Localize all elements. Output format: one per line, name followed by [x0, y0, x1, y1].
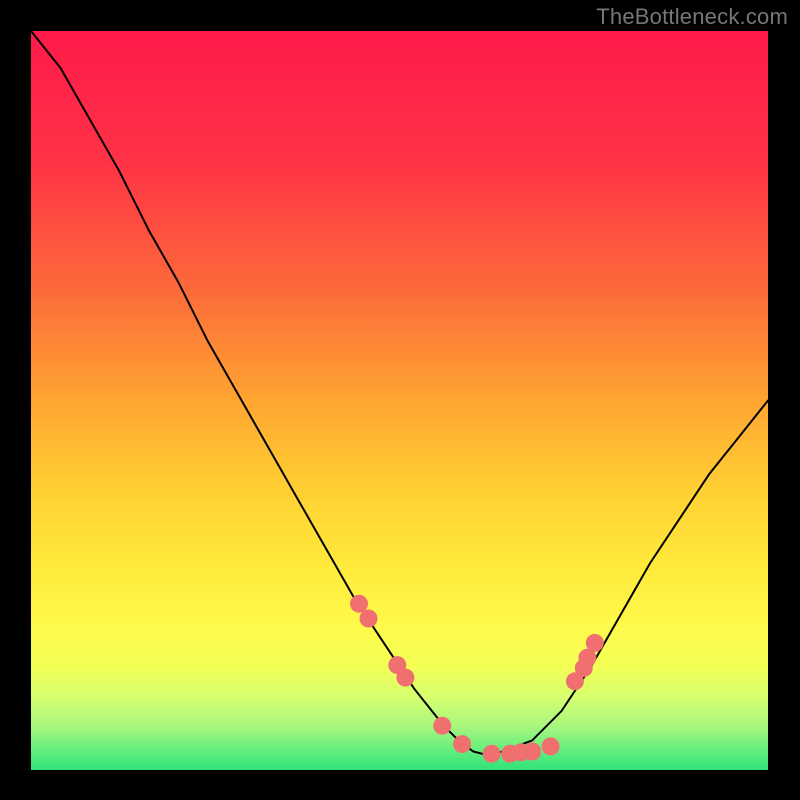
- highlight-marker: [396, 669, 414, 687]
- highlight-marker: [523, 743, 541, 761]
- highlight-marker: [586, 634, 604, 652]
- highlight-marker: [433, 717, 451, 735]
- highlight-marker: [542, 737, 560, 755]
- highlight-marker: [483, 745, 501, 763]
- attribution-label: TheBottleneck.com: [596, 4, 788, 30]
- highlight-marker: [453, 735, 471, 753]
- bottleneck-plot: [0, 0, 800, 800]
- chart-stage: TheBottleneck.com: [0, 0, 800, 800]
- highlight-marker: [350, 595, 368, 613]
- highlight-marker: [360, 610, 378, 628]
